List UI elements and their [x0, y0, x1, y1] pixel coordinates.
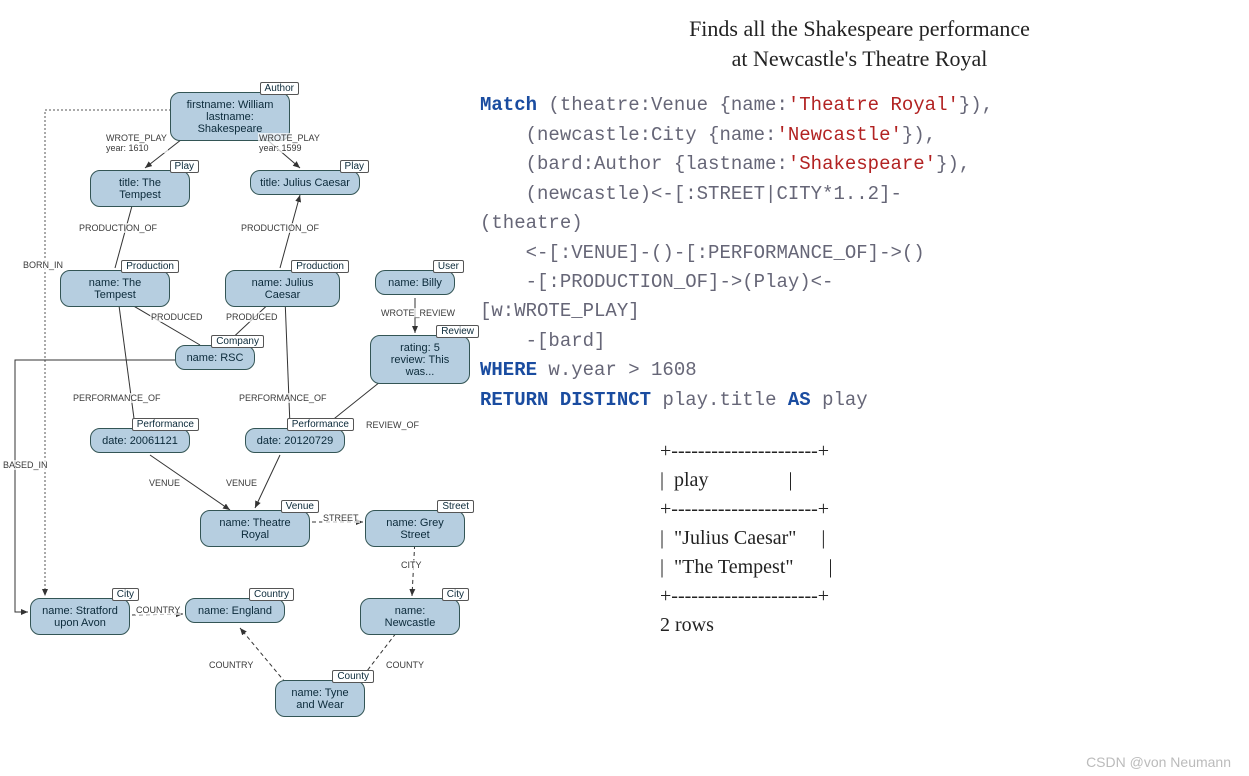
graph-edge-label: COUNTY [385, 660, 425, 670]
graph-edge-label: REVIEW_OF [365, 420, 420, 430]
graph-edge-label: BASED_IN [2, 460, 49, 470]
result-row: | "Julius Caesar" | [660, 527, 825, 549]
graph-edge-label: CITY [400, 560, 423, 570]
caption-line-2: at Newcastle's Theatre Royal [732, 46, 988, 71]
graph-edge-label: WROTE_PLAY year: 1599 [258, 133, 321, 153]
query-result-table: +----------------------+ | play | +-----… [660, 437, 1239, 640]
graph-edge-label: VENUE [148, 478, 181, 488]
graph-edge-label: WROTE_PLAY year: 1610 [105, 133, 168, 153]
caption-line-1: Finds all the Shakespeare performance [689, 16, 1030, 41]
kw-match: Match [480, 94, 537, 116]
cypher-query: Match (theatre:Venue {name:'Theatre Roya… [480, 91, 1239, 415]
graph-edge-label: PRODUCED [225, 312, 279, 322]
kw-distinct: DISTINCT [560, 389, 651, 411]
graph-edge-label: PRODUCED [150, 312, 204, 322]
graph-edge-label: PERFORMANCE_OF [238, 393, 328, 403]
kw-where: WHERE [480, 359, 537, 381]
graph-edge-label: STREET [322, 513, 360, 523]
kw-as: AS [788, 389, 811, 411]
graph-edge-label: PRODUCTION_OF [78, 223, 158, 233]
watermark: CSDN @von Neumann [1086, 754, 1231, 770]
graph-diagram: firstname: William lastname: Shakespeare… [0, 0, 470, 776]
graph-edge-label: VENUE [225, 478, 258, 488]
diagram-caption: Finds all the Shakespeare performance at… [480, 14, 1239, 73]
graph-edge-label: COUNTRY [135, 605, 181, 615]
result-row: | "The Tempest" | [660, 556, 833, 578]
result-footer: 2 rows [660, 614, 714, 636]
kw-return: RETURN [480, 389, 548, 411]
graph-edge-label: BORN_IN [22, 260, 64, 270]
graph-edge-label: PERFORMANCE_OF [72, 393, 162, 403]
result-header: | play | [660, 469, 792, 491]
graph-edge-label: PRODUCTION_OF [240, 223, 320, 233]
graph-edge-label: WROTE_REVIEW [380, 308, 456, 318]
graph-edge-label: COUNTRY [208, 660, 254, 670]
